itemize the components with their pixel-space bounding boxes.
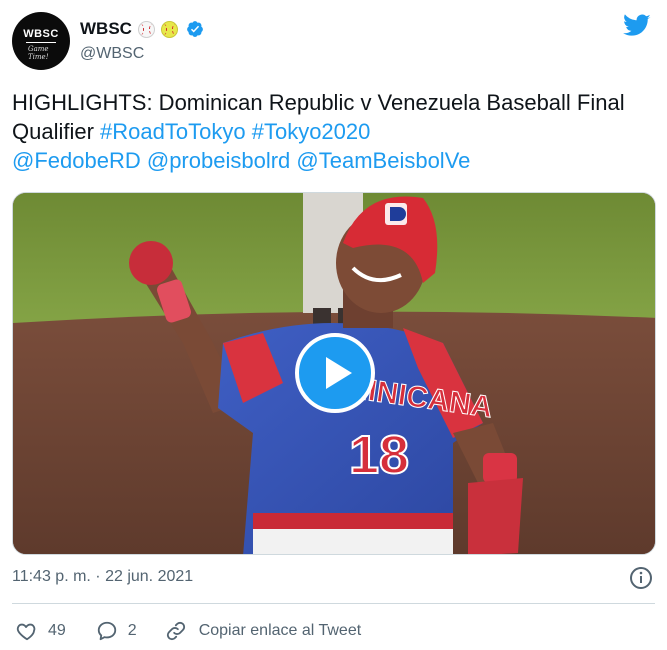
- user-handle[interactable]: @WBSC: [80, 45, 144, 63]
- jersey-number: 18: [349, 425, 409, 485]
- display-name[interactable]: WBSC: [80, 19, 132, 39]
- link-icon: [166, 621, 185, 641]
- info-icon[interactable]: [629, 566, 653, 590]
- like-button[interactable]: 49: [16, 620, 66, 642]
- mention-probeisbolrd[interactable]: @probeisbolrd: [147, 148, 290, 173]
- softball-emoji-icon: [160, 20, 178, 38]
- avatar-logo-text: WBSC: [23, 28, 59, 40]
- verified-badge-icon: [187, 21, 203, 37]
- baseball-emoji-icon: [137, 20, 155, 38]
- reply-count: 2: [127, 622, 137, 639]
- mention-teambeisbolve[interactable]: @TeamBeisbolVe: [296, 148, 470, 173]
- divider: [12, 603, 655, 604]
- action-bar: 49 2 Copiar enlace al Tweet: [16, 618, 361, 644]
- twitter-bird-icon[interactable]: [623, 14, 651, 38]
- tweet-timestamp[interactable]: 11:43 p. m. · 22 jun. 2021: [12, 568, 193, 586]
- avatar-script-text: Game Time!: [28, 45, 49, 61]
- copy-link-button[interactable]: Copiar enlace al Tweet: [165, 620, 361, 642]
- play-icon: [325, 357, 352, 389]
- name-row: WBSC: [80, 18, 204, 40]
- like-count: 49: [48, 622, 66, 639]
- hashtag-tokyo2020[interactable]: #Tokyo2020: [252, 119, 371, 144]
- reply-button[interactable]: 2: [96, 620, 137, 642]
- mention-fedoberd[interactable]: @FedobeRD: [12, 148, 141, 173]
- copy-link-label: Copiar enlace al Tweet: [198, 622, 362, 639]
- tweet-card: WBSC Game Time! WBSC @WBSC HIGHLIGHTS: D…: [0, 0, 667, 650]
- avatar[interactable]: WBSC Game Time!: [12, 12, 70, 70]
- speech-bubble-icon: [97, 621, 116, 641]
- hashtag-roadtotokyo[interactable]: #RoadToTokyo: [100, 119, 246, 144]
- tweet-text: HIGHLIGHTS: Dominican Republic v Venezue…: [12, 88, 652, 175]
- video-player[interactable]: 18 DOMINICANA: [12, 192, 656, 555]
- avatar-divider: [26, 42, 56, 43]
- heart-icon: [16, 623, 36, 641]
- play-button[interactable]: [295, 333, 375, 413]
